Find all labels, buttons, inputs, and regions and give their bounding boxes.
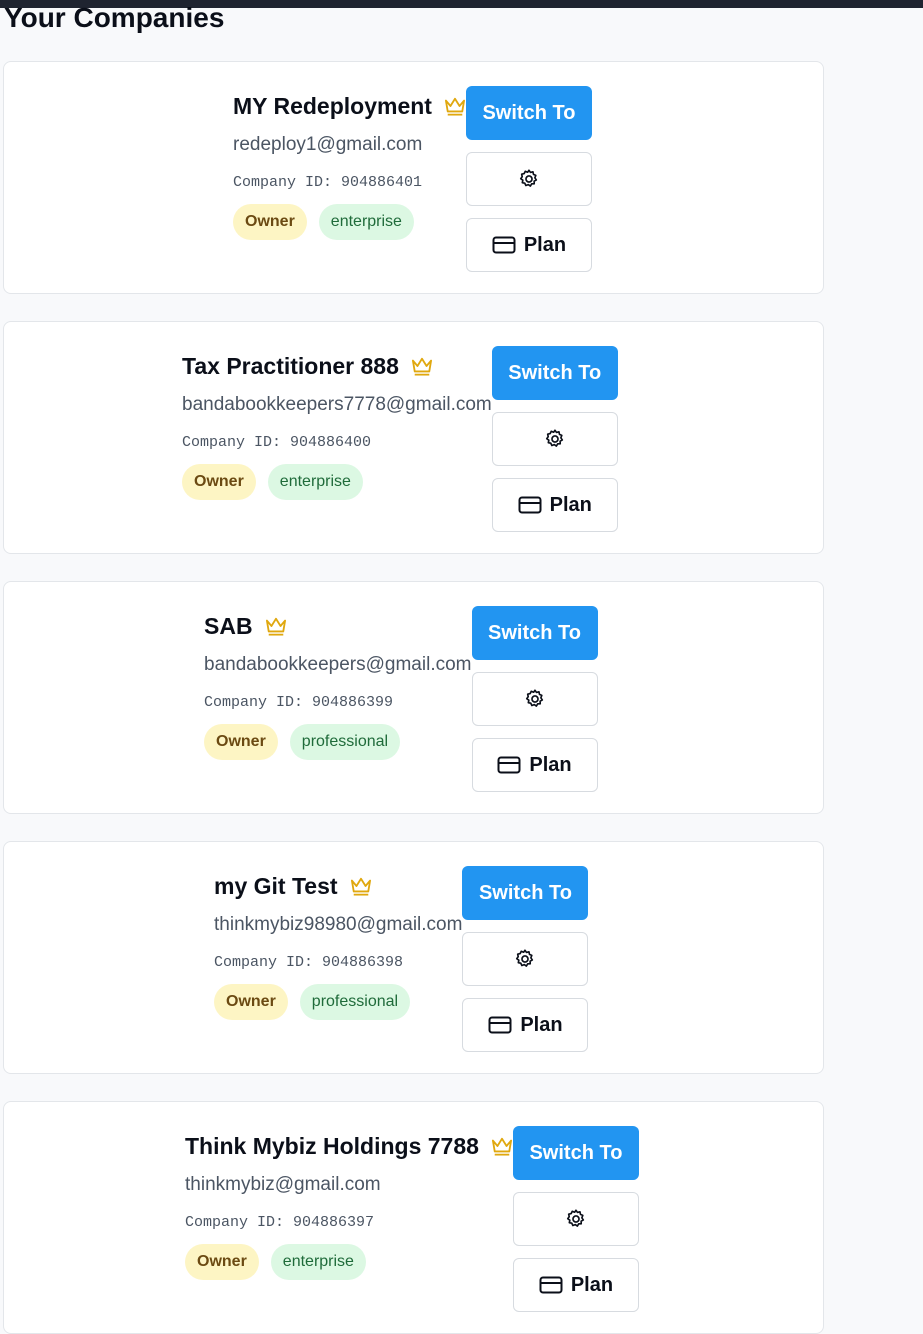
company-email: bandabookkeepers@gmail.com [204, 654, 472, 675]
company-card: Tax Practitioner 888 bandabookkeepers777… [3, 321, 824, 554]
company-email: redeploy1@gmail.com [233, 134, 423, 155]
company-card: SAB bandabookkeepers@gmail.com Company I… [3, 581, 824, 814]
settings-button[interactable] [491, 412, 618, 466]
role-badge: Owner [233, 204, 307, 240]
role-badge: Owner [204, 724, 278, 760]
company-email: bandabookkeepers7778@gmail.com [182, 394, 492, 415]
credit-card-icon [539, 1276, 563, 1294]
plan-button[interactable]: Plan [491, 478, 618, 532]
credit-card-icon [518, 496, 542, 514]
company-id: Company ID: 904886401 [233, 174, 423, 191]
company-name: Tax Practitioner 888 [182, 352, 399, 379]
company-email: thinkmybiz@gmail.com [185, 1174, 381, 1195]
plan-button[interactable]: Plan [465, 218, 592, 272]
company-id: Company ID: 904886399 [204, 694, 394, 711]
plan-badge: enterprise [270, 1244, 366, 1280]
company-email: thinkmybiz98980@gmail.com [214, 914, 463, 935]
plan-badge: professional [289, 724, 401, 760]
settings-button[interactable] [462, 932, 589, 986]
plan-badge: enterprise [267, 464, 363, 500]
plan-button[interactable]: Plan [471, 738, 598, 792]
switch-to-button[interactable]: Switch To [512, 1126, 639, 1180]
crown-icon [265, 617, 286, 636]
plan-badge: professional [299, 984, 411, 1020]
plan-badge: enterprise [318, 204, 414, 240]
switch-to-button[interactable]: Switch To [462, 866, 589, 920]
company-name: my Git Test [214, 872, 338, 899]
credit-card-icon [488, 1016, 512, 1034]
settings-button[interactable] [471, 672, 598, 726]
crown-icon [350, 877, 371, 896]
plan-button-label: Plan [549, 493, 592, 516]
page-title: Your Companies [4, 2, 225, 33]
company-id: Company ID: 904886397 [185, 1214, 375, 1231]
company-card: Think Mybiz Holdings 7788 thinkmybiz@gma… [3, 1101, 824, 1334]
plan-button[interactable]: Plan [512, 1258, 639, 1312]
plan-button-label: Plan [529, 753, 572, 776]
settings-button[interactable] [465, 152, 592, 206]
switch-to-button[interactable]: Switch To [465, 86, 592, 140]
crown-icon [411, 357, 432, 376]
settings-button[interactable] [512, 1192, 639, 1246]
gear-icon [516, 949, 534, 967]
company-name: MY Redeployment [233, 92, 432, 119]
credit-card-icon [497, 756, 521, 774]
gear-icon [545, 429, 563, 447]
crown-icon [491, 1137, 512, 1156]
role-badge: Owner [182, 464, 256, 500]
company-id: Company ID: 904886398 [214, 954, 404, 971]
company-card: MY Redeployment redeploy1@gmail.com Comp… [3, 61, 824, 294]
gear-icon [519, 169, 538, 187]
plan-button[interactable]: Plan [462, 998, 589, 1052]
role-badge: Owner [214, 984, 288, 1020]
plan-button-label: Plan [570, 1273, 614, 1296]
gear-icon [566, 1209, 585, 1227]
switch-to-button[interactable]: Switch To [491, 346, 618, 400]
crown-icon [444, 97, 465, 116]
company-card: my Git Test thinkmybiz98980@gmail.com Co… [3, 841, 824, 1074]
role-badge: Owner [185, 1244, 259, 1280]
company-name: Think Mybiz Holdings 7788 [185, 1132, 479, 1159]
company-id: Company ID: 904886400 [182, 434, 372, 451]
credit-card-icon [492, 236, 516, 254]
company-name: SAB [204, 612, 253, 639]
switch-to-button[interactable]: Switch To [471, 606, 598, 660]
plan-button-label: Plan [523, 233, 567, 256]
gear-icon [525, 689, 543, 707]
plan-button-label: Plan [520, 1013, 563, 1036]
